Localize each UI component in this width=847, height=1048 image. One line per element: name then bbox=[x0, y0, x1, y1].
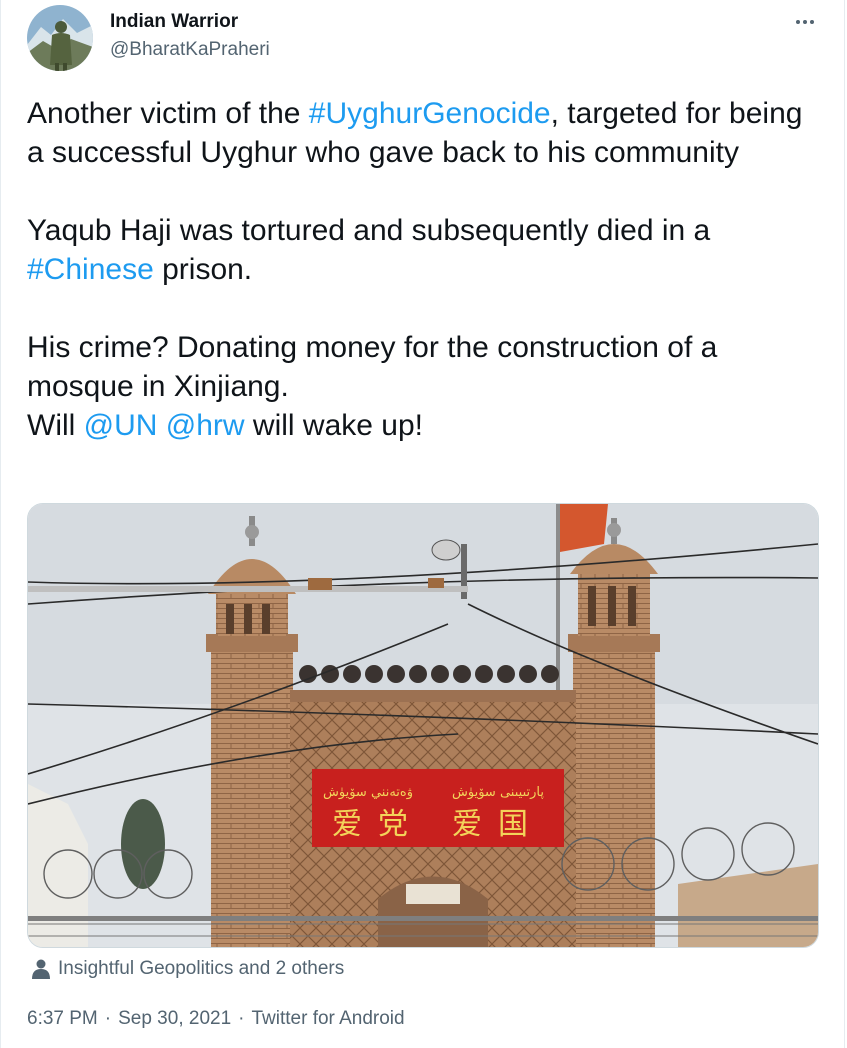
hashtag-link[interactable]: #Chinese bbox=[27, 253, 154, 286]
more-options-icon[interactable] bbox=[790, 8, 820, 36]
more-dot bbox=[810, 20, 814, 24]
tweet-source[interactable]: Twitter for Android bbox=[251, 1008, 404, 1030]
tweet-metadata: 6:37 PM · Sep 30, 2021 · Twitter for And… bbox=[27, 1008, 405, 1030]
mosque-gate-photo: ۋەتەنني سۆيۈش پارتىيىنى سۆيۈش 爱党 爱国 bbox=[28, 504, 818, 947]
tweet-photo[interactable]: ۋەتەنني سۆيۈش پارتىيىنى سۆيۈش 爱党 爱国 bbox=[27, 503, 819, 948]
tweet-text-segment: Yaqub Haji was tortured and subsequently… bbox=[27, 214, 711, 247]
author-avatar[interactable] bbox=[27, 5, 93, 71]
hashtag-link[interactable]: #UyghurGenocide bbox=[309, 97, 551, 130]
more-dot bbox=[803, 20, 807, 24]
tweet-paragraph: Yaqub Haji was tortured and subsequently… bbox=[27, 211, 817, 289]
banner-chinese-left: 爱党 bbox=[332, 807, 424, 842]
tweet-paragraph: His crime? Donating money for the constr… bbox=[27, 328, 817, 445]
tweet-paragraph: Another victim of the #UyghurGenocide, t… bbox=[27, 94, 817, 172]
tweet-text-segment: will wake up! bbox=[244, 409, 423, 442]
tweet-text-segment: His crime? Donating money for the constr… bbox=[27, 331, 718, 403]
banner-uyghur-left: ۋەتەنني سۆيۈش bbox=[323, 785, 413, 800]
author-name[interactable]: Indian Warrior bbox=[110, 11, 238, 33]
tweet-text-segment: prison. bbox=[153, 253, 253, 286]
separator-dot: · bbox=[238, 1008, 245, 1029]
separator-dot: · bbox=[104, 1008, 112, 1029]
banner-chinese-right: 爱国 bbox=[452, 807, 544, 842]
tagged-users[interactable]: Insightful Geopolitics and 2 others bbox=[32, 956, 344, 982]
author-handle[interactable]: @BharatKaPraheri bbox=[110, 39, 270, 61]
tweet-time[interactable]: 6:37 PM bbox=[27, 1008, 98, 1030]
tweet-date[interactable]: Sep 30, 2021 bbox=[118, 1008, 231, 1030]
tweet-text-segment: Another victim of the bbox=[27, 97, 309, 130]
banner-uyghur-right: پارتىيىنى سۆيۈش bbox=[452, 785, 544, 800]
tweet-text-segment: Will bbox=[27, 409, 84, 442]
mention-link[interactable]: @UN bbox=[84, 409, 158, 442]
tweet-text-segment bbox=[157, 409, 165, 442]
mention-link[interactable]: @hrw bbox=[166, 409, 245, 442]
avatar-image bbox=[27, 5, 93, 71]
tagged-users-text: Insightful Geopolitics and 2 others bbox=[58, 958, 345, 979]
tweet-text: Another victim of the #UyghurGenocide, t… bbox=[27, 94, 817, 445]
person-icon bbox=[32, 959, 50, 979]
more-dot bbox=[796, 20, 800, 24]
